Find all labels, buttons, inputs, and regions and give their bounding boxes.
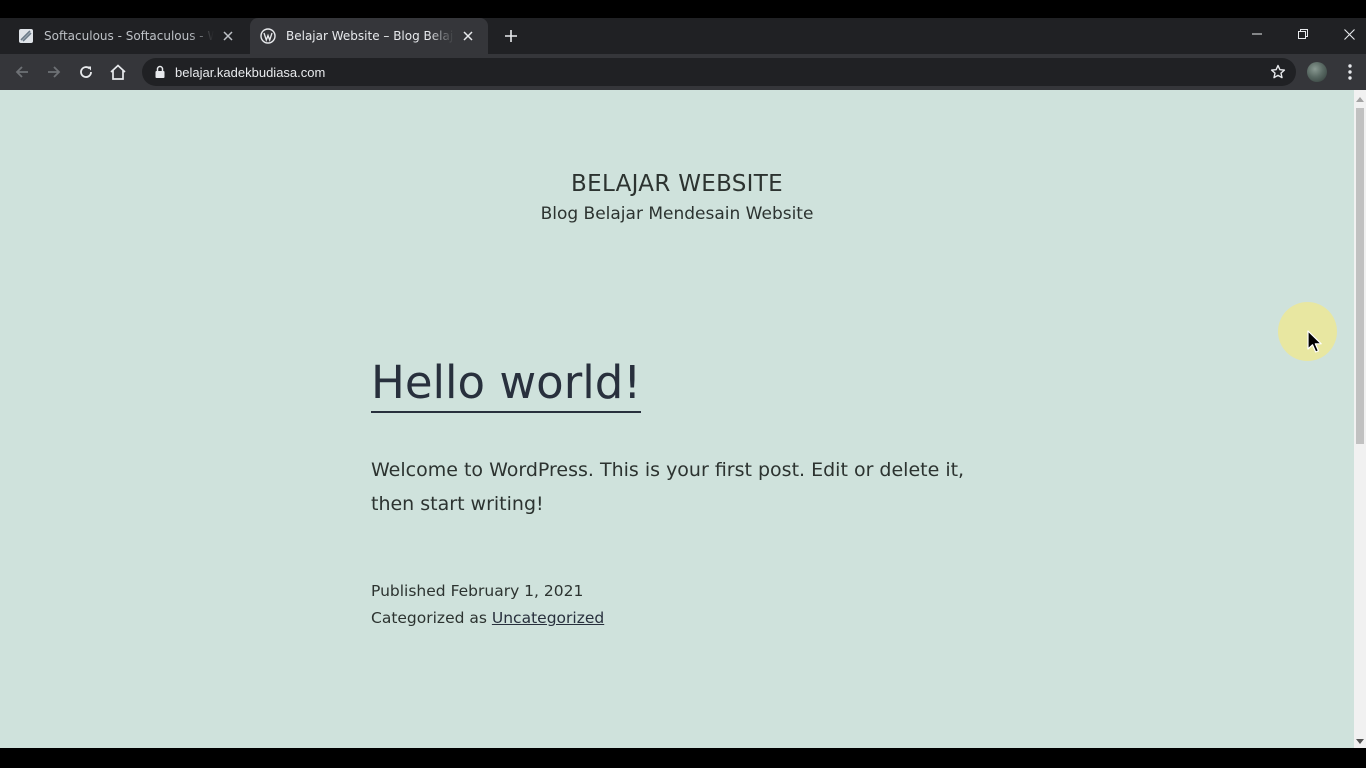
- published-label: Published: [371, 582, 446, 600]
- back-button[interactable]: [10, 60, 34, 84]
- reload-icon: [80, 66, 92, 78]
- browser-toolbar: belajar.kadekbudiasa.com: [0, 54, 1366, 90]
- tab-belajar-website[interactable]: Belajar Website – Blog Belajar Mendesain…: [250, 18, 488, 54]
- tab-softaculous[interactable]: Softaculous - Softaculous - WordPress: [0, 18, 248, 54]
- address-url[interactable]: belajar.kadekbudiasa.com: [175, 65, 325, 80]
- lock-icon[interactable]: [152, 64, 168, 80]
- post-category: Categorized as Uncategorized: [371, 605, 991, 632]
- post-article: Hello world! Welcome to WordPress. This …: [371, 355, 991, 632]
- tab-title: Softaculous - Softaculous - WordPress: [44, 29, 214, 43]
- post-content: Welcome to WordPress. This is your first…: [371, 459, 965, 515]
- scroll-thumb[interactable]: [1356, 108, 1364, 444]
- bottom-bar: [0, 748, 1366, 768]
- site-header: BELAJAR WEBSITE Blog Belajar Mendesain W…: [0, 170, 1354, 225]
- home-button[interactable]: [106, 60, 130, 84]
- site-description: Blog Belajar Mendesain Website: [540, 204, 814, 224]
- star-icon[interactable]: [1270, 64, 1286, 80]
- post-published: Published February 1, 2021: [371, 578, 991, 605]
- back-arrow-icon: [15, 66, 28, 78]
- site-title[interactable]: BELAJAR WEBSITE: [0, 170, 1354, 198]
- address-bar[interactable]: belajar.kadekbudiasa.com: [142, 58, 1296, 86]
- mouse-cursor-icon: [1307, 330, 1322, 353]
- close-window-button[interactable]: [1326, 18, 1366, 50]
- forward-arrow-icon: [48, 66, 61, 78]
- tab-title: Belajar Website – Blog Belajar Mendesain…: [286, 29, 454, 43]
- minimize-icon: [1252, 33, 1262, 35]
- plus-icon: [505, 30, 517, 42]
- minimize-button[interactable]: [1234, 18, 1280, 50]
- category-label: Categorized as: [371, 609, 487, 627]
- scroll-down-arrow-icon[interactable]: [1354, 734, 1366, 748]
- post-meta: Published February 1, 2021 Categorized a…: [371, 578, 991, 632]
- softaculous-icon: [18, 28, 34, 44]
- profile-avatar[interactable]: [1307, 62, 1327, 82]
- scroll-up-arrow-icon[interactable]: [1354, 92, 1366, 106]
- home-icon: [110, 64, 126, 80]
- close-tab-icon[interactable]: [460, 28, 476, 44]
- page-scrollbar[interactable]: [1354, 90, 1366, 748]
- page-viewport: BELAJAR WEBSITE Blog Belajar Mendesain W…: [0, 90, 1354, 748]
- new-tab-button[interactable]: [500, 25, 522, 47]
- kebab-menu-icon[interactable]: [1342, 62, 1358, 82]
- close-icon: [1343, 28, 1355, 40]
- restore-icon: [1298, 29, 1308, 39]
- forward-button[interactable]: [42, 60, 66, 84]
- tab-strip: Softaculous - Softaculous - WordPress Be…: [0, 18, 1366, 54]
- restore-button[interactable]: [1280, 18, 1326, 50]
- published-date: February 1, 2021: [450, 582, 584, 600]
- browser-window: Softaculous - Softaculous - WordPress Be…: [0, 0, 1366, 768]
- wordpress-icon: [260, 28, 276, 44]
- close-tab-icon[interactable]: [220, 28, 236, 44]
- reload-button[interactable]: [74, 60, 98, 84]
- category-link[interactable]: Uncategorized: [492, 609, 604, 627]
- post-title-link[interactable]: Hello world!: [371, 355, 642, 413]
